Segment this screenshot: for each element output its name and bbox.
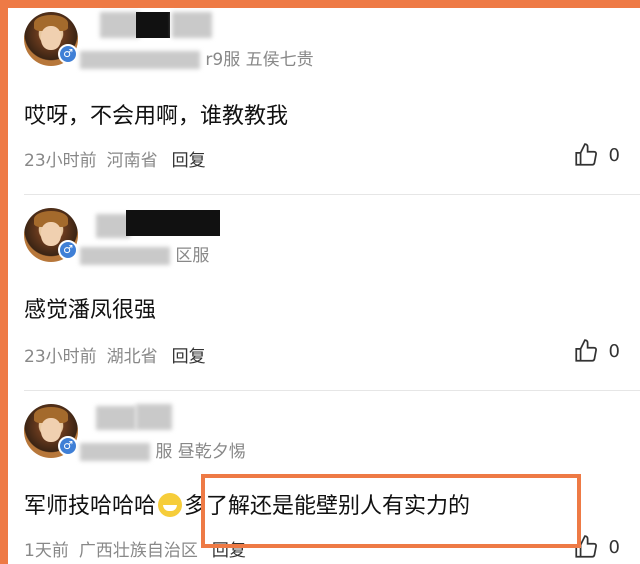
comment-location: 广西壮族自治区 bbox=[78, 541, 198, 561]
like-button[interactable]: 0 bbox=[573, 338, 620, 364]
highlight-border-top bbox=[0, 0, 640, 8]
divider bbox=[24, 390, 640, 391]
reply-button[interactable]: 回复 bbox=[172, 347, 206, 367]
user-meta: 服 昼乾夕惕 bbox=[80, 437, 246, 462]
comment-text: 哎呀，不会用啊，谁教教我 bbox=[24, 104, 289, 129]
server-title: 区服 bbox=[175, 246, 210, 266]
screenshot-frame: ♂ r9服 五侯七贵 哎呀，不会用啊，谁教教我 23小时前河南省回复 0 ♂ bbox=[0, 0, 640, 564]
server-title: r9服 五侯七贵 bbox=[205, 50, 314, 70]
grinning-emoji-icon bbox=[158, 493, 183, 517]
user-meta: r9服 五侯七贵 bbox=[80, 45, 314, 70]
thumbs-up-icon bbox=[574, 143, 597, 166]
comment-time: 23小时前 bbox=[24, 151, 97, 171]
highlight-border-left bbox=[0, 0, 8, 564]
thumbs-up-icon bbox=[574, 339, 597, 362]
user-meta: 区服 bbox=[80, 241, 209, 266]
reply-button[interactable]: 回复 bbox=[172, 151, 206, 171]
highlight-box bbox=[201, 474, 581, 548]
server-title: 服 昼乾夕惕 bbox=[155, 442, 246, 462]
male-icon: ♂ bbox=[58, 240, 78, 260]
like-count: 0 bbox=[608, 144, 620, 166]
comment-text-part: 军师技哈哈哈 bbox=[24, 494, 157, 519]
male-icon: ♂ bbox=[58, 436, 78, 456]
like-button[interactable]: 0 bbox=[573, 142, 620, 168]
comment-text: 感觉潘凤很强 bbox=[24, 298, 157, 323]
like-count: 0 bbox=[608, 536, 620, 558]
comment-location: 湖北省 bbox=[106, 347, 158, 367]
comment-time: 1天前 bbox=[24, 541, 69, 561]
divider bbox=[24, 194, 640, 195]
comment-time: 23小时前 bbox=[24, 347, 97, 367]
comment-location: 河南省 bbox=[106, 151, 158, 171]
male-icon: ♂ bbox=[58, 44, 78, 64]
comment-footer: 23小时前 河南省 回复 bbox=[24, 146, 206, 171]
like-count: 0 bbox=[608, 340, 620, 362]
comment-footer: 23小时前 湖北省 回复 bbox=[24, 342, 206, 367]
